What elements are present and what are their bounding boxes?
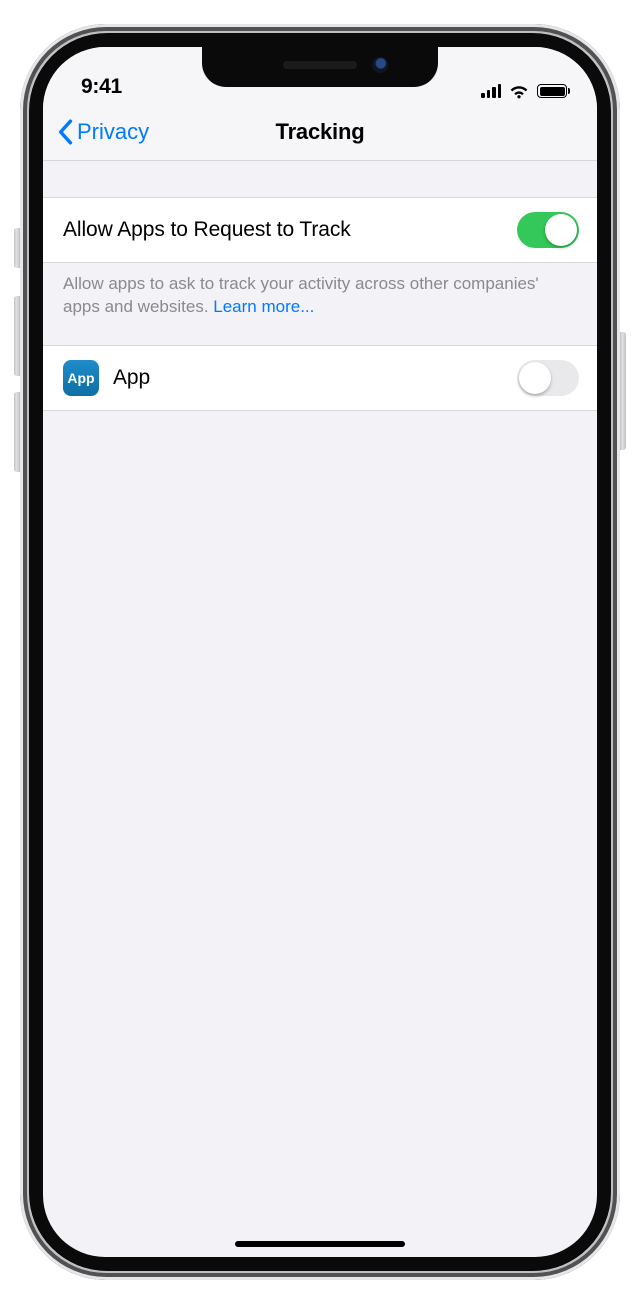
learn-more-link[interactable]: Learn more...: [213, 297, 314, 316]
status-time: 9:41: [81, 75, 122, 99]
notch: [202, 47, 438, 87]
cellular-icon: [481, 84, 501, 98]
power-button: [620, 332, 626, 450]
allow-tracking-footer: Allow apps to ask to track your activity…: [43, 263, 597, 319]
allow-tracking-row: Allow Apps to Request to Track: [43, 197, 597, 263]
wifi-icon: [508, 83, 530, 99]
back-button[interactable]: Privacy: [57, 103, 149, 160]
chevron-left-icon: [57, 119, 73, 145]
app-name: App: [113, 366, 503, 390]
app-icon: App: [63, 360, 99, 396]
allow-tracking-switch[interactable]: [517, 212, 579, 248]
battery-icon: [537, 84, 567, 98]
back-label: Privacy: [77, 119, 149, 145]
phone-frame: 9:41: [20, 24, 620, 1280]
page-title: Tracking: [276, 119, 365, 145]
app-row: App App: [43, 345, 597, 411]
screen: 9:41: [43, 47, 597, 1257]
home-indicator[interactable]: [235, 1241, 405, 1247]
navigation-bar: Privacy Tracking: [43, 103, 597, 161]
app-tracking-switch[interactable]: [517, 360, 579, 396]
allow-tracking-label: Allow Apps to Request to Track: [63, 218, 503, 242]
